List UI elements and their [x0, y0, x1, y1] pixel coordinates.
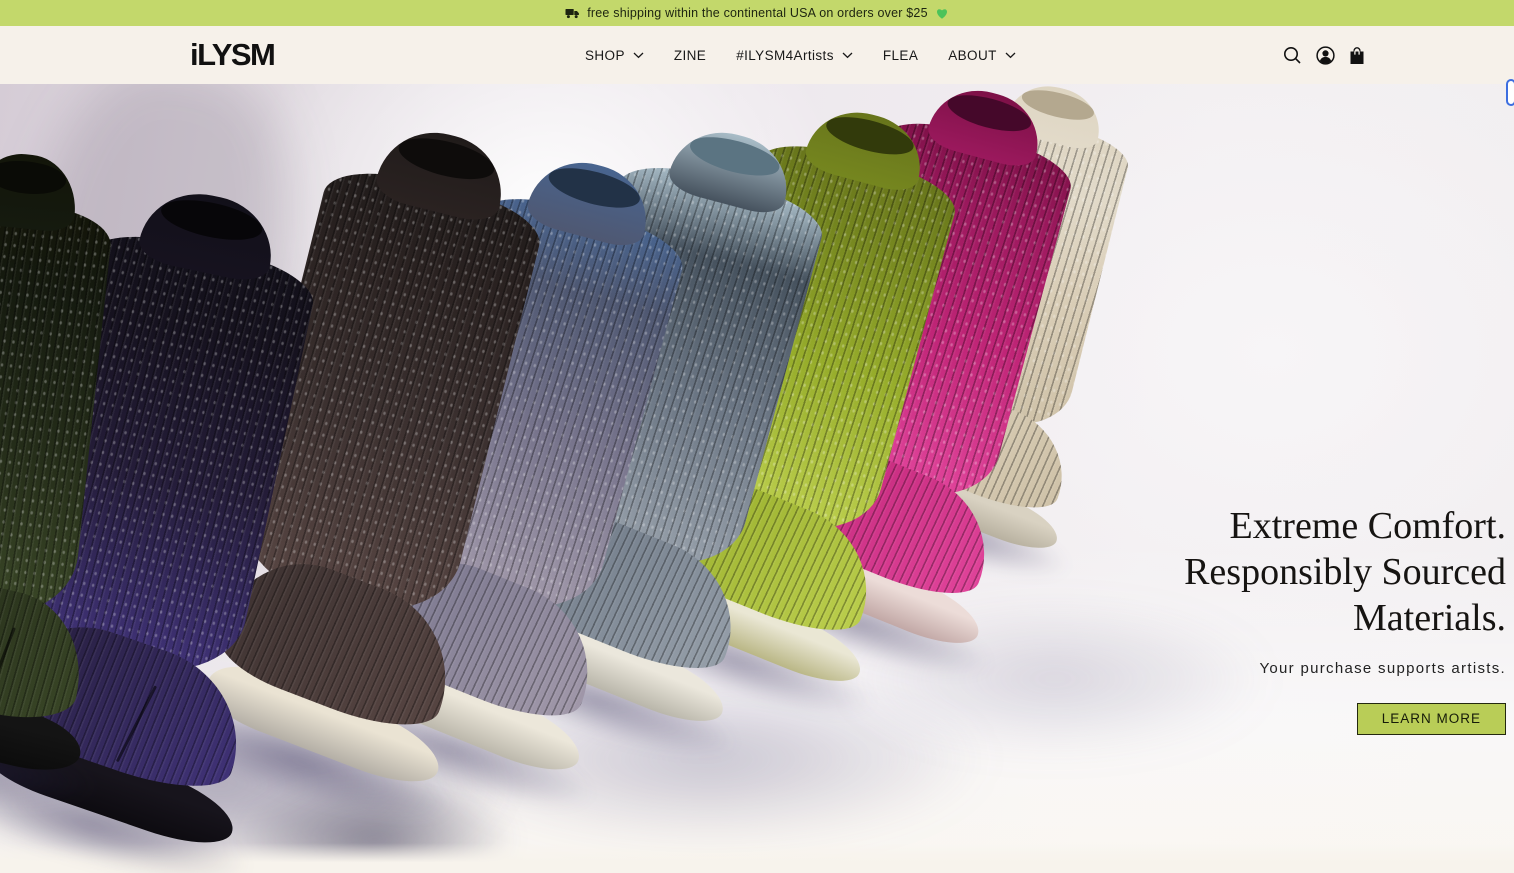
main-nav: SHOP ZINE #ILYSM4Artists FLEA ABOUT — [585, 26, 1016, 84]
nav-item-flea[interactable]: FLEA — [883, 48, 918, 63]
hero-copy: Extreme Comfort. Responsibly Sourced Mat… — [886, 503, 1506, 735]
hero-subheading: Your purchase supports artists. — [1259, 660, 1506, 677]
hero-boots — [0, 84, 1514, 873]
boot-opening — [0, 157, 69, 198]
chevron-down-icon — [842, 52, 853, 58]
hero-heading-line: Responsibly Sourced — [1184, 551, 1506, 593]
cart-icon[interactable] — [1349, 46, 1365, 65]
boot-opening — [157, 192, 266, 248]
shipping-truck-icon — [565, 8, 580, 19]
site-header: iLYSM SHOP ZINE #ILYSM4Artists FLEA ABOU… — [0, 26, 1514, 84]
logo[interactable]: iLYSM — [190, 37, 276, 73]
page: free shipping within the continental USA… — [0, 0, 1514, 873]
chevron-down-icon — [1005, 52, 1016, 58]
learn-more-button[interactable]: LEARN MORE — [1356, 703, 1506, 735]
announcement-bar: free shipping within the continental USA… — [0, 0, 1514, 26]
search-icon[interactable] — [1283, 46, 1302, 65]
hero-heading: Extreme Comfort. Responsibly Sourced Mat… — [886, 503, 1506, 641]
scrollbar-thumb[interactable] — [1506, 79, 1514, 106]
hero-section: Extreme Comfort. Responsibly Sourced Mat… — [0, 84, 1514, 873]
nav-item-shop[interactable]: SHOP — [585, 48, 644, 63]
nav-item-zine[interactable]: ZINE — [674, 48, 706, 63]
boot-cuff — [0, 149, 81, 234]
hero-heading-line: Extreme Comfort. — [1229, 505, 1506, 547]
account-icon[interactable] — [1316, 45, 1335, 65]
chevron-down-icon — [633, 52, 644, 58]
nav-item-about[interactable]: ABOUT — [948, 48, 1016, 63]
nav-item-ilysm4artists[interactable]: #ILYSM4Artists — [736, 48, 853, 63]
hero-heading-line: Materials. — [1352, 597, 1506, 639]
announcement-text: free shipping within the continental USA… — [587, 6, 928, 20]
green-heart-icon — [935, 7, 949, 20]
header-icons — [1283, 26, 1365, 84]
